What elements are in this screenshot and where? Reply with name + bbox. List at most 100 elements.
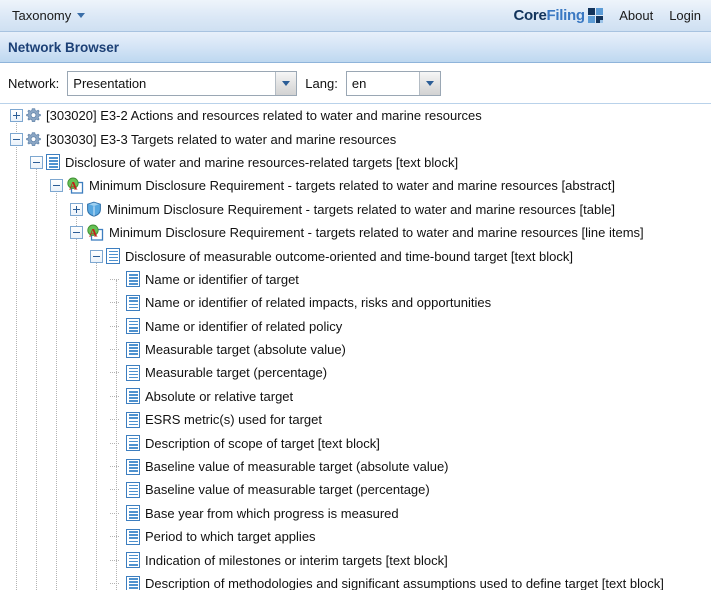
top-navigation-bar: Taxonomy Core Filing About Login — [0, 0, 711, 32]
abstract-concept-icon: A — [66, 177, 84, 195]
tree-row[interactable]: Indication of milestones or interim targ… — [0, 548, 711, 571]
tree-connector — [110, 372, 119, 374]
tree-row-label: Base year from which progress is measure… — [145, 505, 399, 521]
tree-row[interactable]: Disclosure of measurable outcome-oriente… — [0, 244, 711, 267]
tree-row-label: Measurable target (percentage) — [145, 365, 328, 381]
table-icon — [86, 201, 102, 217]
lang-select[interactable]: en — [345, 70, 441, 96]
tree-row-label: ESRS metric(s) used for target — [145, 412, 322, 428]
tree-collapse-button[interactable] — [10, 132, 23, 146]
tree-row-label: Minimum Disclosure Requirement - targets… — [107, 201, 615, 217]
tree-expand-button[interactable] — [70, 202, 83, 216]
tree-connector — [110, 536, 119, 538]
tree-connector — [110, 442, 119, 444]
tree-row[interactable]: Description of methodologies and signifi… — [0, 572, 711, 590]
text-block-icon — [126, 388, 140, 405]
tree-row-label: Period to which target applies — [145, 529, 316, 545]
tree-row-label: Minimum Disclosure Requirement - targets… — [109, 225, 644, 241]
tree-row[interactable]: Period to which target applies — [0, 525, 711, 548]
text-block-icon — [126, 364, 140, 381]
text-block-icon — [126, 435, 140, 452]
corefiling-logo: Core Filing — [514, 7, 604, 24]
tree-collapse-button[interactable] — [30, 155, 43, 169]
tree-row[interactable]: [303020] E3-2 Actions and resources rela… — [0, 104, 711, 127]
tree-row[interactable]: Name or identifier of related policy — [0, 315, 711, 338]
tree-row[interactable]: Base year from which progress is measure… — [0, 502, 711, 525]
controls-toolbar: Network: Presentation Lang: en — [0, 63, 711, 104]
tree-row[interactable]: Name or identifier of related impacts, r… — [0, 291, 711, 314]
section-title-bar: Network Browser — [0, 32, 711, 63]
page-title: Network Browser — [8, 39, 120, 55]
tree-row[interactable]: A Minimum Disclosure Requirement - target… — [0, 221, 711, 244]
tree-row[interactable]: Absolute or relative target — [0, 385, 711, 408]
tree-row[interactable]: [303030] E3-3 Targets related to water a… — [0, 127, 711, 150]
network-select[interactable]: Presentation — [67, 70, 298, 96]
tree-row-label: Indication of milestones or interim targ… — [145, 552, 448, 568]
chevron-down-icon — [77, 13, 86, 18]
tree-row-label: Disclosure of measurable outcome-oriente… — [125, 248, 574, 264]
tree-connector — [110, 302, 119, 304]
tree-collapse-button[interactable] — [90, 249, 103, 263]
tree-row[interactable]: Minimum Disclosure Requirement - targets… — [0, 198, 711, 221]
network-select-chevron-down-icon[interactable] — [275, 71, 297, 95]
brand-filing-text: Filing — [546, 7, 586, 24]
tree-connector — [110, 349, 119, 351]
tree-connector — [110, 325, 119, 327]
tree-row[interactable]: Measurable target (absolute value) — [0, 338, 711, 361]
tree-row-label: Disclosure of water and marine resources… — [65, 154, 459, 170]
tree-expand-button[interactable] — [10, 109, 23, 123]
text-block-icon — [126, 294, 140, 311]
tree-row-label: [303030] E3-3 Targets related to water a… — [46, 131, 397, 147]
tree-connector — [110, 489, 119, 491]
text-block-icon — [126, 528, 140, 545]
about-link[interactable]: About — [619, 8, 653, 23]
tree-row[interactable]: Description of scope of target [text blo… — [0, 431, 711, 454]
text-block-icon — [126, 458, 140, 475]
tree-row[interactable]: Baseline value of measurable target (abs… — [0, 455, 711, 478]
tree-row[interactable]: Baseline value of measurable target (per… — [0, 478, 711, 501]
tree-collapse-button[interactable] — [70, 226, 83, 240]
tree-row[interactable]: Measurable target (percentage) — [0, 361, 711, 384]
tree-connector — [110, 466, 119, 468]
gear-icon — [26, 108, 41, 123]
tree-row-label: Measurable target (absolute value) — [145, 342, 346, 358]
tree-row-label: Baseline value of measurable target (per… — [145, 482, 430, 498]
gear-icon — [26, 132, 41, 147]
top-navigation-right: Core Filing About Login — [514, 7, 701, 24]
corefiling-mark-icon — [587, 7, 604, 24]
tree-row-label: Name or identifier of related impacts, r… — [145, 295, 492, 311]
tree-row-label: Baseline value of measurable target (abs… — [145, 459, 449, 475]
tree-connector — [110, 419, 119, 421]
tree-row-label: Name or identifier of related policy — [145, 318, 343, 334]
lang-select-chevron-down-icon[interactable] — [418, 71, 440, 95]
network-tree[interactable]: [303020] E3-2 Actions and resources rela… — [0, 104, 711, 590]
tree-row[interactable]: Name or identifier of target — [0, 268, 711, 291]
tree-connector — [110, 395, 119, 397]
tree-collapse-button[interactable] — [50, 179, 63, 193]
tree-row[interactable]: ESRS metric(s) used for target — [0, 408, 711, 431]
tree-connector — [110, 559, 119, 561]
svg-text:A: A — [69, 179, 78, 193]
login-link[interactable]: Login — [669, 8, 701, 23]
tree-row[interactable]: Disclosure of water and marine resources… — [0, 151, 711, 174]
tree-row[interactable]: A Minimum Disclosure Requirement - target… — [0, 174, 711, 197]
tree-connector — [110, 583, 119, 584]
taxonomy-menu[interactable]: Taxonomy — [10, 6, 91, 25]
lang-select-label: Lang: — [305, 75, 338, 91]
text-block-icon — [126, 411, 140, 428]
